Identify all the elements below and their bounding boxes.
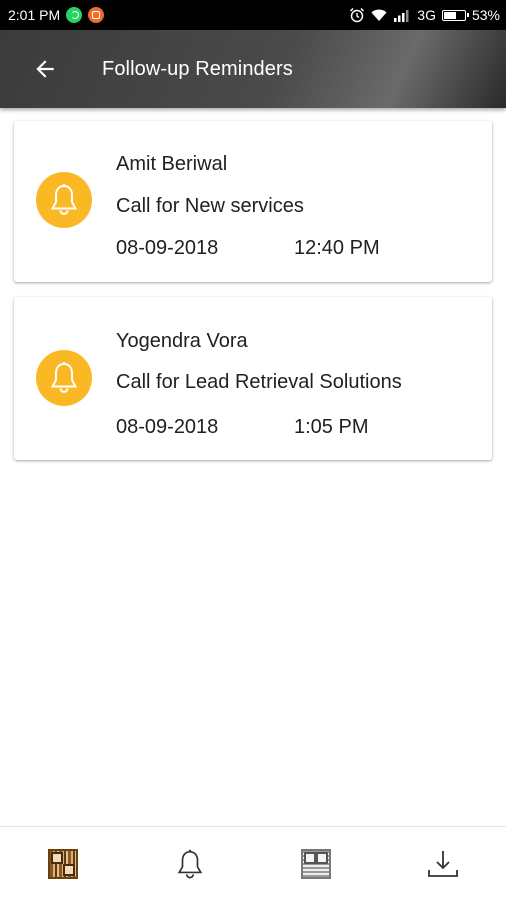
- nav-reminders-button[interactable]: [160, 834, 220, 894]
- nav-qr-code-button[interactable]: [286, 834, 346, 894]
- reminder-time: 1:05 PM: [294, 416, 369, 438]
- qr-code-color-icon: [48, 849, 79, 879]
- status-time: 2:01 PM: [8, 7, 61, 23]
- bell-outline-icon: [177, 849, 203, 879]
- reminder-date: 08-09-2018: [116, 237, 219, 259]
- reminder-bell-badge: [36, 172, 92, 228]
- app-bar: Follow-up Reminders: [0, 30, 506, 108]
- download-icon: [427, 851, 458, 877]
- reminder-card[interactable]: Yogendra Vora Call for Lead Retrieval So…: [14, 297, 492, 460]
- status-bar: 2:01 PM 3G 53%: [0, 0, 506, 30]
- qr-code-icon: [301, 849, 332, 879]
- nav-scan-button[interactable]: [33, 834, 93, 894]
- page-title: Follow-up Reminders: [102, 57, 293, 80]
- app-notification-icon: [88, 7, 105, 23]
- alarm-icon: [350, 7, 365, 23]
- nav-download-button[interactable]: [413, 834, 473, 894]
- back-button[interactable]: [21, 45, 69, 93]
- reminder-description: Call for New services: [116, 195, 304, 217]
- reminder-date: 08-09-2018: [116, 416, 219, 438]
- bell-icon: [50, 362, 78, 393]
- battery-icon: [441, 9, 469, 21]
- reminder-time: 12:40 PM: [294, 237, 380, 259]
- status-left: 2:01 PM: [8, 7, 105, 23]
- reminder-name: Yogendra Vora: [116, 330, 248, 352]
- reminder-description: Call for Lead Retrieval Solutions: [116, 371, 402, 393]
- reminder-bell-badge: [36, 350, 92, 406]
- status-right: 3G 53%: [349, 7, 500, 23]
- bottom-navigation: [0, 826, 506, 901]
- reminder-card[interactable]: Amit Beriwal Call for New services 08-09…: [14, 121, 492, 282]
- reminder-name: Amit Beriwal: [116, 153, 228, 175]
- arrow-left-icon: [36, 60, 54, 78]
- battery-fill: [443, 11, 456, 19]
- battery-percent: 53%: [471, 7, 500, 23]
- network-type: 3G: [417, 7, 436, 23]
- wifi-icon: [371, 9, 387, 21]
- whatsapp-notification-icon: [66, 7, 83, 23]
- signal-icon: [394, 10, 409, 22]
- bell-icon: [50, 184, 78, 215]
